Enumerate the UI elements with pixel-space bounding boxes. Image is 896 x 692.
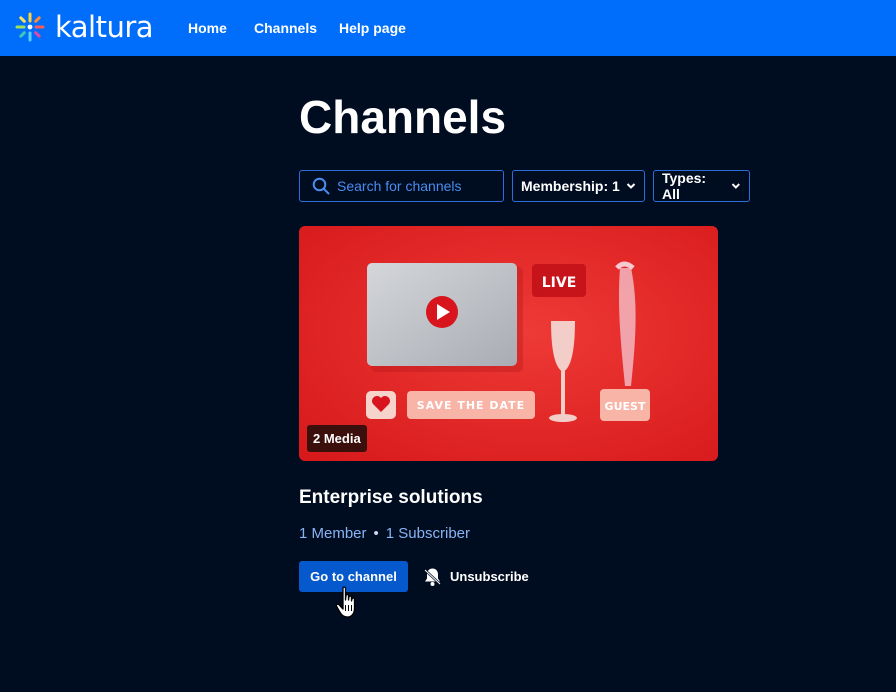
membership-filter-label: Membership: 1 xyxy=(521,178,620,194)
live-text: LIVE xyxy=(542,275,577,291)
chevron-down-icon xyxy=(626,183,636,189)
save-the-date-text: SAVE THE DATE xyxy=(417,399,525,412)
guest-text: GUEST xyxy=(605,400,646,413)
channel-title[interactable]: Enterprise solutions xyxy=(299,486,483,510)
search-icon xyxy=(312,177,330,195)
heart-icon xyxy=(366,391,396,419)
page-title: Channels xyxy=(299,91,507,143)
hand-pointer-icon xyxy=(335,586,356,618)
logo-text: kaltura xyxy=(55,10,154,44)
nav-channels[interactable]: Channels xyxy=(254,0,317,56)
nav-home[interactable]: Home xyxy=(188,0,227,56)
play-icon xyxy=(426,296,458,328)
unsubscribe-button[interactable]: Unsubscribe xyxy=(423,561,529,592)
search-box[interactable] xyxy=(299,170,504,202)
unsubscribe-label: Unsubscribe xyxy=(450,569,529,584)
subscriber-count: 1 Subscriber xyxy=(385,525,471,542)
live-badge-graphic: LIVE xyxy=(532,264,586,297)
media-count-badge: 2 Media xyxy=(307,425,367,452)
member-count: 1 Member xyxy=(299,525,367,542)
nav-help-page[interactable]: Help page xyxy=(339,0,406,56)
membership-filter-dropdown[interactable]: Membership: 1 xyxy=(512,170,645,202)
chevron-down-icon xyxy=(732,183,741,189)
bell-slash-icon xyxy=(424,568,441,586)
channel-stats: 1 Member • 1 Subscriber xyxy=(299,524,470,544)
types-filter-label: Types: All xyxy=(662,170,707,202)
search-input[interactable] xyxy=(337,178,497,194)
kaltura-logo[interactable]: kaltura xyxy=(14,10,154,44)
types-filter-dropdown[interactable]: Types: All xyxy=(653,170,750,202)
save-the-date-graphic: SAVE THE DATE xyxy=(407,391,535,419)
kaltura-logo-icon xyxy=(15,12,45,42)
stats-separator: • xyxy=(373,525,379,542)
top-navigation-bar: kaltura Home Channels Help page xyxy=(0,0,896,56)
